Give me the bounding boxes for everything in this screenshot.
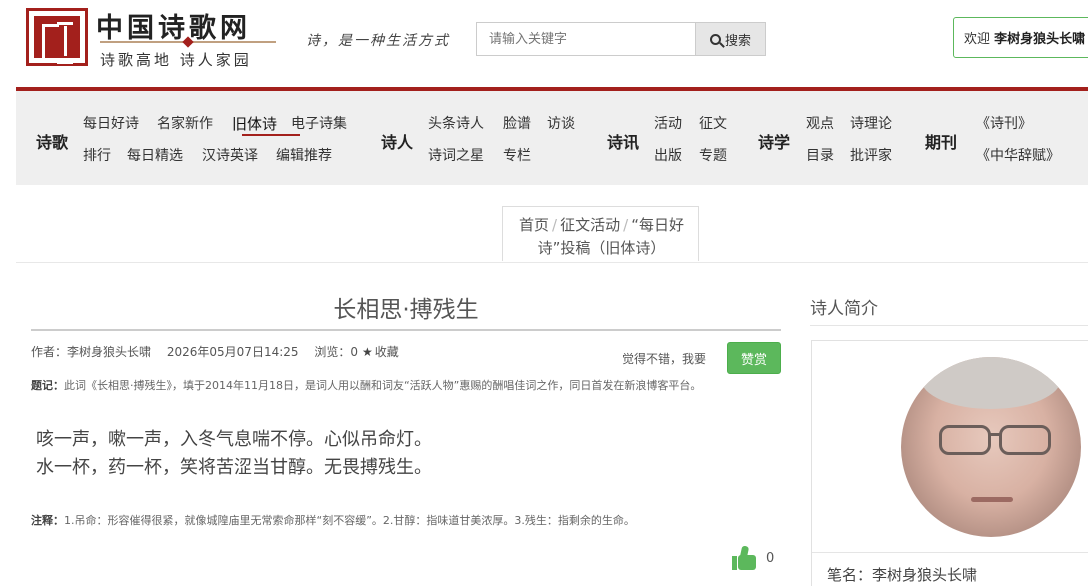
breadcrumb-activity[interactable]: 征文活动 [560,216,620,234]
poem-line: 水一杯，药一杯，笑将苦涩当甘醇。无畏搏残生。 [36,457,432,478]
card-divider [812,552,1088,553]
author-info: 作者：李树身狼头长啸 [31,345,151,359]
annotations: 注释：1.吊命：形容催得很紧，就像城隍庙里无常索命那样“刻不容缓”。2.甘醇：指… [31,512,783,528]
epigraph-label: 题记： [31,379,64,392]
views-label: 浏览： [314,345,351,359]
nav-item-daily-poem[interactable]: 每日好诗 [83,113,139,133]
nav-active-underline [242,134,300,136]
nav-category-poets[interactable]: 诗人 [381,129,413,153]
article-meta: 作者：李树身狼头长啸 2026年05月07日14:25 浏览：0 ★ 收藏 [31,343,411,360]
notes-label: 注释： [31,514,64,527]
site-title[interactable]: 中国诗歌网 [96,6,251,45]
site-logo-icon[interactable] [26,8,88,66]
nav-item-interviews[interactable]: 访谈 [547,113,575,133]
epigraph: 题记：此词《长相思·搏残生》，填于2014年11月18日，是词人用以酬和词友“活… [31,377,783,393]
author-label: 作者： [31,345,68,359]
favorite-link[interactable]: 收藏 [375,345,399,359]
nav-item-shikan[interactable]: 《诗刊》 [976,113,1032,133]
nav-item-ranking[interactable]: 排行 [83,145,111,165]
site-slogan: 诗，是一种生活方式 [306,33,450,49]
search-bar: 搜索 [476,22,766,56]
poet-card: 笔名：李树身狼头长啸 [811,340,1088,586]
like-control[interactable]: 0 [732,545,775,570]
title-divider [31,329,781,331]
search-input[interactable] [476,22,696,56]
poem-body: 咳一声，嗽一声，入冬气息喘不停。心似吊命灯。 水一杯，药一杯，笑将苦涩当甘醇。无… [36,426,432,482]
nav-item-viewpoints[interactable]: 观点 [806,113,834,133]
nav-item-contests[interactable]: 征文 [699,113,727,133]
thumbs-up-icon[interactable] [732,545,756,570]
view-count: 浏览：0 ★ 收藏 [314,345,398,359]
breadcrumb: 首页 / 征文活动 / “每日好诗”投稿（旧体诗） [502,206,699,261]
breadcrumb-separator: / [623,216,629,234]
nav-category-poetry[interactable]: 诗歌 [36,129,68,153]
views-value: 0 [350,345,359,359]
nav-item-poetry-stars[interactable]: 诗词之星 [428,145,484,165]
nav-category-study[interactable]: 诗学 [758,129,790,153]
title-decoration [100,36,276,48]
welcome-box[interactable]: 欢迎 李树身狼头长啸 [953,17,1088,58]
nav-item-topics[interactable]: 专题 [699,145,727,165]
breadcrumb-separator: / [552,216,558,234]
nav-item-critics[interactable]: 批评家 [850,145,892,165]
publish-datetime: 2026年05月07日14:25 [166,345,299,359]
breadcrumb-home[interactable]: 首页 [519,216,549,234]
search-icon [709,33,721,45]
author-name[interactable]: 李树身狼头长啸 [67,345,151,359]
pen-name-value[interactable]: 李树身狼头长啸 [872,566,977,584]
nav-item-publishing[interactable]: 出版 [654,145,682,165]
sidebar-divider [810,325,1088,326]
praise-hint: 觉得不错，我要 [622,352,707,366]
search-button-label: 搜索 [724,33,751,49]
nav-item-profiles[interactable]: 脸谱 [503,113,531,133]
nav-item-daily-picks[interactable]: 每日精选 [127,145,183,165]
nav-item-headline-poets[interactable]: 头条诗人 [428,113,484,133]
star-icon[interactable]: ★ [362,345,373,359]
nav-item-translations[interactable]: 汉诗英译 [202,145,258,165]
nav-item-e-collections[interactable]: 电子诗集 [291,113,347,133]
site-subtitle: 诗歌高地 诗人家园 [100,51,252,69]
welcome-prefix: 欢迎 [964,32,991,47]
nav-item-editor-picks[interactable]: 编辑推荐 [276,145,332,165]
nav-category-news[interactable]: 诗讯 [607,129,639,153]
nav-item-classical-poetry[interactable]: 旧体诗 [232,113,277,134]
nav-item-catalog[interactable]: 目录 [806,145,834,165]
nav-item-zhonghua-cifu[interactable]: 《中华辞赋》 [976,145,1060,165]
praise-button[interactable]: 赞赏 [727,342,781,374]
nav-item-events[interactable]: 活动 [654,113,682,133]
poem-line: 咳一声，嗽一声，入冬气息喘不停。心似吊命灯。 [36,429,432,450]
search-button[interactable]: 搜索 [695,22,766,56]
pen-name-label: 笔名： [827,566,873,584]
nav-item-columns[interactable]: 专栏 [503,145,531,165]
epigraph-text: 此词《长相思·搏残生》，填于2014年11月18日，是词人用以酬和词友“活跃人物… [64,379,702,392]
like-count: 0 [766,550,775,566]
nav-item-new-works[interactable]: 名家新作 [157,113,213,133]
section-divider [16,262,1088,263]
poet-avatar[interactable] [901,357,1081,537]
main-nav: 诗歌 每日好诗 名家新作 旧体诗 电子诗集 排行 每日精选 汉诗英译 编辑推荐 … [16,87,1088,185]
site-header: 中国诗歌网 诗歌高地 诗人家园 诗，是一种生活方式 搜索 欢迎 李树身狼头长啸 [0,0,1088,86]
article-title: 长相思·搏残生 [333,297,479,323]
nav-item-theory[interactable]: 诗理论 [850,113,892,133]
nav-category-journals[interactable]: 期刊 [925,129,957,153]
notes-text: 1.吊命：形容催得很紧，就像城隍庙里无常索命那样“刻不容缓”。2.甘醇：指味道甘… [64,514,635,527]
poet-intro-heading: 诗人简介 [810,299,878,319]
welcome-username[interactable]: 李树身狼头长啸 [994,32,1085,47]
pen-name: 笔名：李树身狼头长啸 [827,564,977,585]
